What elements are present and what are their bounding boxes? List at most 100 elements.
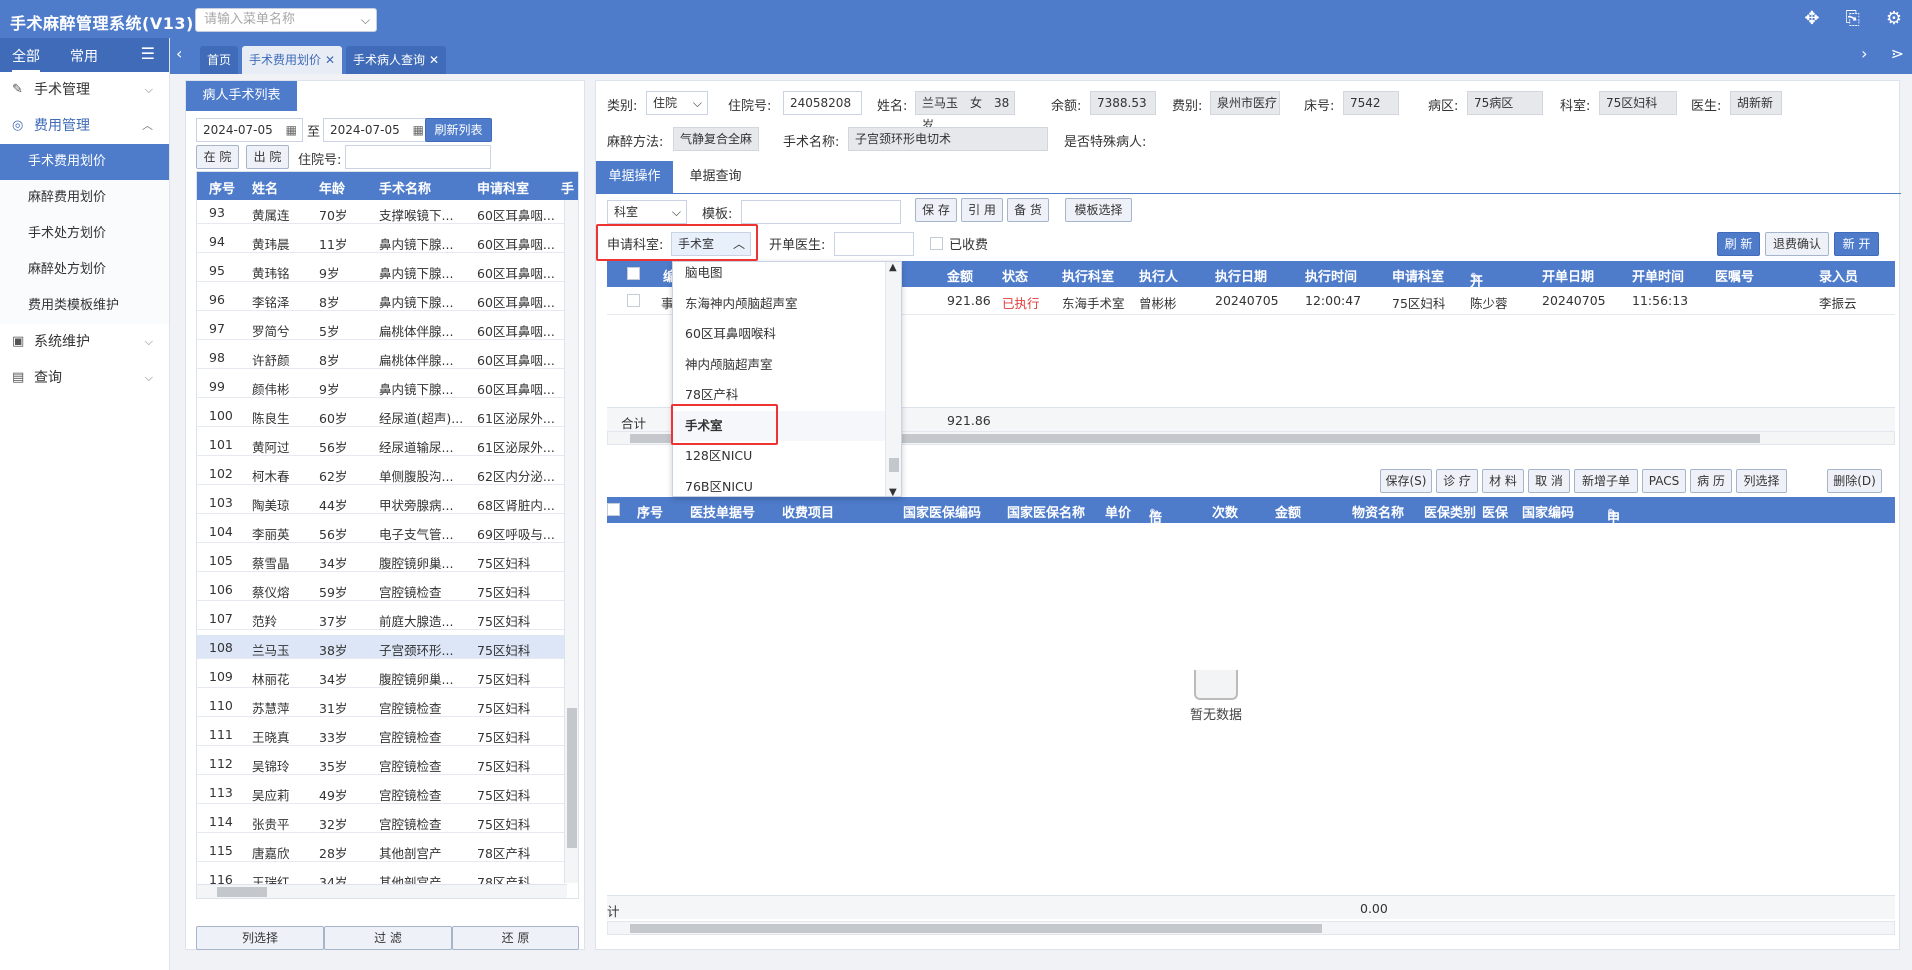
apply-dept-dropdown[interactable]: 脑电图 东海神内颅脑超声室 60区耳鼻咽喉科 神内颅脑超声室 78区产科 手术室 128区N… xyxy=(672,261,902,497)
table-row[interactable]: 113 吴应莉 49岁 宫腔镜检查 75区妇科 xyxy=(197,780,567,804)
dropdown-option[interactable]: 东海神内颅脑超声室 xyxy=(673,289,886,319)
sidebar-group-query[interactable]: ▤ 查询 ⌵ xyxy=(0,360,169,396)
tab-surgery-fee[interactable]: 手术费用划价 ✕ xyxy=(242,46,343,74)
select-all-checkbox[interactable] xyxy=(607,503,620,516)
sidebar-item-surgery-rx[interactable]: 手术处方划价 xyxy=(0,216,169,252)
sidebar-item-anes-rx[interactable]: 麻醉处方划价 xyxy=(0,252,169,288)
sidebar-group-fee[interactable]: ◎ 费用管理 ︿ xyxy=(0,108,169,144)
table-row[interactable]: 99 颜伟彬 9岁 鼻内镜下腺... 60区耳鼻咽... xyxy=(197,374,567,398)
in-hospital-button[interactable]: 在 院 xyxy=(196,145,239,169)
table-row[interactable]: 97 罗简兮 5岁 扁桃体伴腺... 60区耳鼻咽... xyxy=(197,316,567,340)
table-row[interactable]: 111 王晓真 33岁 宫腔镜检查 75区妇科 xyxy=(197,722,567,746)
table-row[interactable]: 102 柯木春 62岁 单侧腹股沟... 62区内分泌... xyxy=(197,461,567,485)
dropdown-option[interactable]: 60区耳鼻咽喉科 xyxy=(673,319,886,349)
admission-no-input[interactable] xyxy=(345,145,491,169)
dropdown-option[interactable]: 脑电图 xyxy=(673,262,886,288)
scroll-thumb[interactable] xyxy=(217,887,267,897)
scroll-thumb[interactable] xyxy=(567,708,577,848)
reference-button[interactable]: 引 用 xyxy=(961,198,1003,222)
refresh-list-button[interactable]: 刷新列表 xyxy=(425,118,492,142)
table-row[interactable]: 105 蔡雪晶 34岁 腹腔镜卵巢... 75区妇科 xyxy=(197,548,567,572)
dropdown-option[interactable]: 128区NICU xyxy=(673,441,886,471)
refresh-button[interactable]: 刷 新 xyxy=(1717,232,1760,256)
table-row[interactable]: 103 陶美琼 44岁 甲状旁腺病... 68区肾脏内... xyxy=(197,490,567,514)
delete-button[interactable]: 删除(D) xyxy=(1827,469,1882,493)
tabs-scroll-left-icon[interactable]: ‹ xyxy=(176,44,182,63)
reset-button[interactable]: 还 原 xyxy=(452,926,579,950)
sidebar-tab-all[interactable]: 全部 xyxy=(12,46,40,72)
medical-record-button[interactable]: 病 历 xyxy=(1690,469,1732,493)
tab-order-ops[interactable]: 单据操作 xyxy=(596,161,673,193)
tab-order-query[interactable]: 单据查询 xyxy=(673,161,758,193)
horizontal-scrollbar[interactable] xyxy=(197,884,567,898)
table-row[interactable]: 96 李铭泽 8岁 鼻内镜下腺... 60区耳鼻咽... xyxy=(197,287,567,311)
table-row[interactable]: 114 张贵平 32岁 宫腔镜检查 75区妇科 xyxy=(197,809,567,833)
stock-button[interactable]: 备 货 xyxy=(1007,198,1049,222)
cancel-button[interactable]: 取 消 xyxy=(1528,469,1570,493)
refund-confirm-button[interactable]: 退费确认 xyxy=(1765,232,1829,256)
sidebar-tab-common[interactable]: 常用 xyxy=(70,46,98,66)
tabs-menu-icon[interactable]: ⋗ xyxy=(1891,44,1904,63)
column-select-button[interactable]: 列选择 xyxy=(196,926,324,950)
material-button[interactable]: 材 料 xyxy=(1482,469,1524,493)
export-icon[interactable]: ⎘ xyxy=(1845,8,1859,29)
sidebar-item-fee-template[interactable]: 费用类模板维护 xyxy=(0,288,169,324)
vertical-scrollbar[interactable]: ▲ ▼ xyxy=(885,262,901,496)
table-row[interactable]: 109 林丽花 34岁 腹腔镜卵巢... 75区妇科 xyxy=(197,664,567,688)
table-row[interactable]: 106 蔡仪熔 59岁 宫腔镜检查 75区妇科 xyxy=(197,577,567,601)
sidebar-group-system[interactable]: ▣ 系统维护 ⌵ xyxy=(0,324,169,360)
menu-collapse-icon[interactable]: ☰ xyxy=(141,44,155,63)
sidebar-item-surgery-fee[interactable]: 手术费用划价 xyxy=(0,144,169,180)
scroll-thumb[interactable] xyxy=(630,924,1322,933)
order-doctor-input[interactable] xyxy=(834,232,914,256)
dept-type-select[interactable]: 科室 ⌵ xyxy=(607,200,687,224)
table-row[interactable]: 110 苏慧萍 31岁 宫腔镜检查 75区妇科 xyxy=(197,693,567,717)
table-row[interactable]: 100 陈良生 60岁 经尿道(超声)... 61区泌尿外... xyxy=(197,403,567,427)
date-to-input[interactable]: 2024-07-05 ▦ xyxy=(323,118,430,142)
table-row[interactable]: 94 黄玮晨 11岁 鼻内镜下腺... 60区耳鼻咽... xyxy=(197,229,567,253)
scroll-up-icon[interactable]: ▲ xyxy=(889,262,897,273)
treatment-button[interactable]: 诊 疗 xyxy=(1436,469,1478,493)
new-order-button[interactable]: 新 开 xyxy=(1834,232,1879,256)
close-icon[interactable]: ✕ xyxy=(325,53,335,67)
vertical-scrollbar[interactable] xyxy=(564,200,578,883)
sidebar-item-anes-fee[interactable]: 麻醉费用划价 xyxy=(0,180,169,216)
column-select-button[interactable]: 列选择 xyxy=(1736,469,1787,493)
admission-no-field[interactable]: 24058208 xyxy=(783,91,862,115)
table-row[interactable]: 104 李丽英 56岁 电子支气管... 69区呼吸与... xyxy=(197,519,567,543)
out-hospital-button[interactable]: 出 院 xyxy=(246,145,289,169)
filter-button[interactable]: 过 滤 xyxy=(324,926,452,950)
table-row[interactable]: 95 黄玮铭 9岁 鼻内镜下腺... 60区耳鼻咽... xyxy=(197,258,567,282)
pacs-button[interactable]: PACS xyxy=(1642,469,1686,493)
add-sub-order-button[interactable]: 新增子单 xyxy=(1574,469,1638,493)
select-all-checkbox[interactable] xyxy=(627,267,640,280)
date-from-input[interactable]: 2024-07-05 ▦ xyxy=(196,118,303,142)
template-select-button[interactable]: 模板选择 xyxy=(1065,198,1132,222)
tab-home[interactable]: 首页 xyxy=(200,46,239,74)
plugin-icon[interactable]: ✥ xyxy=(1804,8,1819,29)
row-checkbox[interactable] xyxy=(627,294,640,307)
tabs-scroll-right-icon[interactable]: › xyxy=(1861,44,1867,63)
dropdown-option[interactable]: 神内颅脑超声室 xyxy=(673,350,886,380)
charged-checkbox[interactable] xyxy=(930,237,943,250)
table-row[interactable]: 108 兰马玉 38岁 子宫颈环形... 75区妇科 xyxy=(197,635,567,659)
tab-patient-query[interactable]: 手术病人查询 ✕ xyxy=(346,46,447,74)
gear-icon[interactable]: ⚙ xyxy=(1886,8,1902,29)
scroll-thumb[interactable] xyxy=(889,458,899,472)
table-row[interactable]: 107 范羚 37岁 前庭大腺造... 75区妇科 xyxy=(197,606,567,630)
dropdown-option[interactable]: 76B区NICU xyxy=(673,472,886,497)
sidebar-group-surgery[interactable]: ✎ 手术管理 ⌵ xyxy=(0,72,169,108)
table-row[interactable]: 101 黄阿过 56岁 经尿道输尿... 61区泌尿外... xyxy=(197,432,567,456)
close-icon[interactable]: ✕ xyxy=(429,53,439,67)
table-row[interactable]: 98 许舒颜 8岁 扁桃体伴腺... 60区耳鼻咽... xyxy=(197,345,567,369)
save-button[interactable]: 保 存 xyxy=(915,198,957,222)
table-row[interactable]: 112 吴锦玲 35岁 宫腔镜检查 75区妇科 xyxy=(197,751,567,775)
template-input[interactable] xyxy=(741,200,901,224)
type-select[interactable]: 住院 ⌵ xyxy=(646,91,708,115)
detail-save-button[interactable]: 保存(S) xyxy=(1380,469,1432,493)
scroll-down-icon[interactable]: ▼ xyxy=(889,487,897,496)
horizontal-scrollbar[interactable] xyxy=(607,921,1895,935)
table-row[interactable]: 93 黄属连 70岁 支撑喉镜下... 60区耳鼻咽... xyxy=(197,200,567,224)
menu-search-input[interactable]: 请输入菜单名称 ⌵ xyxy=(195,8,377,32)
table-row[interactable]: 115 唐嘉欣 28岁 其他剖宫产 78区产科 xyxy=(197,838,567,862)
